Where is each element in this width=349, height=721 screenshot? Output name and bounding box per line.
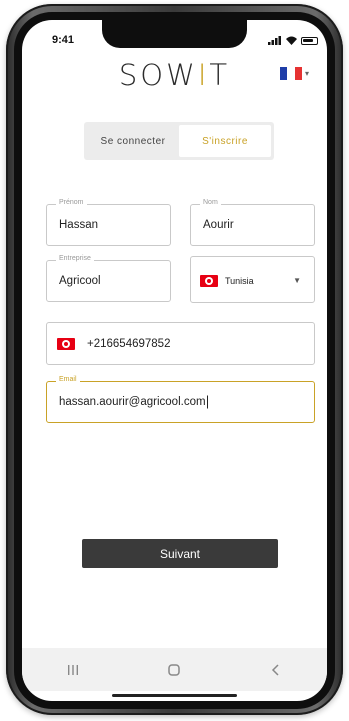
phone-field[interactable]: +216654697852 [46, 322, 315, 365]
company-value: Agricool [59, 275, 101, 287]
last-name-field[interactable]: Nom Aourir [190, 199, 315, 246]
phone-notch [102, 20, 247, 48]
wifi-icon [286, 36, 297, 45]
france-flag-icon [280, 67, 302, 80]
tunisia-flag-icon [57, 338, 75, 350]
signal-icon [268, 36, 281, 45]
android-nav-bar [22, 648, 327, 691]
last-name-value: Aourir [203, 219, 234, 231]
chevron-down-icon: ▼ [293, 276, 301, 285]
back-icon[interactable] [261, 660, 291, 680]
status-icons [268, 36, 318, 45]
chevron-down-icon: ▾ [305, 69, 310, 78]
app-screen: 9:41 SOWIT ▾ Se connecter S'inscrire Pré… [22, 20, 327, 701]
tab-signup[interactable]: S'inscrire [179, 125, 271, 157]
next-button[interactable]: Suivant [82, 539, 278, 568]
home-indicator [112, 694, 237, 697]
status-time: 9:41 [52, 34, 75, 46]
first-name-value: Hassan [59, 219, 98, 231]
first-name-field[interactable]: Prénom Hassan [46, 199, 171, 246]
first-name-label: Prénom [56, 199, 87, 206]
email-value: hassan.aourir@agricool.com [59, 395, 208, 409]
language-selector[interactable]: ▾ [280, 67, 309, 80]
tunisia-flag-icon [200, 275, 218, 287]
recent-apps-icon[interactable] [58, 660, 88, 680]
email-field[interactable]: Email hassan.aourir@agricool.com [46, 376, 315, 423]
auth-toggle: Se connecter S'inscrire [84, 122, 274, 160]
country-value: Tunisia [225, 276, 254, 286]
phone-value: +216654697852 [87, 337, 171, 350]
battery-icon [301, 36, 318, 45]
text-cursor [206, 395, 208, 409]
email-label: Email [56, 376, 80, 383]
company-field[interactable]: Entreprise Agricool [46, 255, 171, 302]
company-label: Entreprise [56, 255, 94, 262]
email-text: hassan.aourir@agricool.com [59, 396, 206, 409]
tab-login[interactable]: Se connecter [87, 125, 179, 157]
home-icon[interactable] [159, 660, 189, 680]
country-select[interactable]: Tunisia ▼ [190, 256, 315, 303]
last-name-label: Nom [200, 199, 221, 206]
